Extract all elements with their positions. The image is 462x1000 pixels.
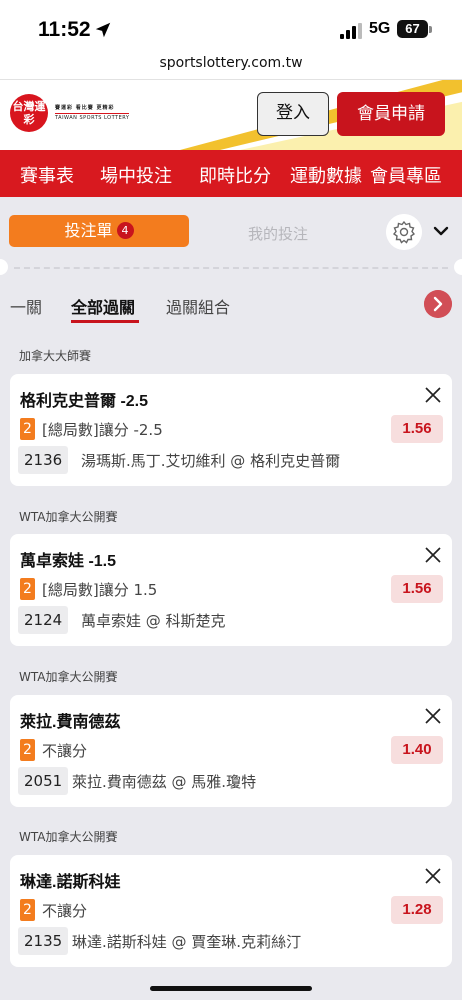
ticket-notch-right (454, 259, 462, 275)
bet-card: 萊拉.費南德茲 2 不讓分 1.40 2051 萊拉.費南德茲 @ 馬雅.瓊特 (10, 695, 452, 807)
chevron-down-icon[interactable] (432, 224, 450, 238)
login-button[interactable]: 登入 (257, 92, 329, 136)
nav-item-member-area[interactable]: 會員專區 (370, 162, 442, 188)
bet-title: 萊拉.費南德茲 (20, 714, 121, 731)
logo-slogan: 賽運彩 看比賽 更精彩 (55, 105, 115, 111)
close-icon[interactable] (424, 707, 442, 725)
league-label: 加拿大大師賽 (19, 349, 92, 363)
betslip-count-badge: 4 (116, 222, 134, 239)
bet-title: 格利克史普爾 -2.5 (20, 393, 149, 410)
betslip-header: 投注單 4 我的投注 (0, 197, 462, 275)
bet-title: 琳達.諾斯科娃 (20, 874, 121, 891)
logo-english: TAIWAN SPORTS LOTTERY (55, 113, 130, 121)
odds-value[interactable]: 1.56 (391, 575, 443, 603)
league-label: WTA加拿大公開賽 (19, 670, 118, 684)
close-icon[interactable] (424, 386, 442, 404)
divider (14, 267, 448, 269)
network-type: 5G (369, 20, 391, 37)
site-logo[interactable]: 台灣運彩 (10, 94, 48, 132)
tab-all-parlay[interactable]: 全部過關 (71, 294, 135, 318)
logo-text: 賽運彩 看比賽 更精彩 TAIWAN SPORTS LOTTERY (55, 104, 130, 123)
league-label: WTA加拿大公開賽 (19, 510, 118, 524)
game-code: 2135 (18, 927, 69, 955)
odds-value[interactable]: 1.40 (391, 736, 443, 764)
gear-icon[interactable] (386, 214, 422, 250)
tab-parlay-combo[interactable]: 過關組合 (166, 294, 230, 318)
match-name: 琳達.諾斯科娃 @ 賈奎琳.克莉絲汀 (72, 933, 302, 951)
tab-betslip[interactable]: 投注單 4 (9, 215, 189, 247)
market-label: [總局數]讓分 -2.5 (42, 421, 163, 439)
bet-card: 琳達.諾斯科娃 2 不讓分 1.28 2135 琳達.諾斯科娃 @ 賈奎琳.克莉… (10, 855, 452, 967)
market-label: 不讓分 (42, 742, 88, 760)
game-code: 2124 (18, 606, 69, 634)
status-bar: 11:52 5G 67 (0, 0, 462, 50)
url-bar[interactable]: sportslottery.com.tw (0, 50, 462, 80)
bet-card: 萬卓索娃 -1.5 2 [總局數]讓分 1.5 1.56 2124 萬卓索娃 @… (10, 534, 452, 646)
pick-number: 2 (20, 578, 35, 600)
register-button[interactable]: 會員申請 (337, 92, 445, 136)
pick-number: 2 (20, 418, 35, 440)
odds-value[interactable]: 1.56 (391, 415, 443, 443)
nav-item-sports-data[interactable]: 運動數據 (290, 162, 362, 188)
game-code: 2136 (18, 446, 69, 474)
odds-value[interactable]: 1.28 (391, 896, 443, 924)
bet-title: 萬卓索娃 -1.5 (20, 553, 117, 570)
tab-single[interactable]: 一關 (10, 294, 42, 318)
close-icon[interactable] (424, 546, 442, 564)
market-label: [總局數]讓分 1.5 (42, 581, 158, 599)
nav-item-live-scores[interactable]: 即時比分 (199, 162, 271, 188)
match-name: 湯瑪斯.馬丁.艾切維利 @ 格利克史普爾 (81, 452, 341, 470)
game-code: 2051 (18, 767, 69, 795)
site-header: 台灣運彩 賽運彩 看比賽 更精彩 TAIWAN SPORTS LOTTERY 登… (0, 80, 462, 150)
nav-item-live-betting[interactable]: 場中投注 (100, 162, 172, 188)
main-nav: 賽事表 場中投注 即時比分 運動數據 會員專區 (0, 150, 462, 197)
nav-item-schedule[interactable]: 賽事表 (20, 162, 74, 188)
home-indicator[interactable] (150, 986, 312, 991)
clock: 11:52 (38, 18, 91, 41)
location-arrow-icon (95, 22, 111, 38)
chevron-right-icon[interactable] (424, 290, 452, 318)
nav-fade (436, 150, 462, 197)
ticket-notch-left (0, 259, 8, 275)
bet-type-tabs: 一關 全部過關 過關組合 (0, 280, 462, 330)
tab-betslip-label: 投注單 (64, 221, 113, 240)
league-label: WTA加拿大公開賽 (19, 830, 118, 844)
active-tab-underline (71, 320, 139, 323)
pick-number: 2 (20, 899, 35, 921)
match-name: 萊拉.費南德茲 @ 馬雅.瓊特 (72, 773, 257, 791)
pick-number: 2 (20, 739, 35, 761)
tab-my-bets[interactable]: 我的投注 (248, 223, 308, 244)
market-label: 不讓分 (42, 902, 88, 920)
close-icon[interactable] (424, 867, 442, 885)
signal-icon (340, 23, 362, 39)
battery-icon: 67 (397, 20, 428, 38)
bet-card: 格利克史普爾 -2.5 2 [總局數]讓分 -2.5 1.56 2136 湯瑪斯… (10, 374, 452, 486)
battery-cap (429, 26, 432, 33)
match-name: 萬卓索娃 @ 科斯楚克 (81, 612, 226, 630)
